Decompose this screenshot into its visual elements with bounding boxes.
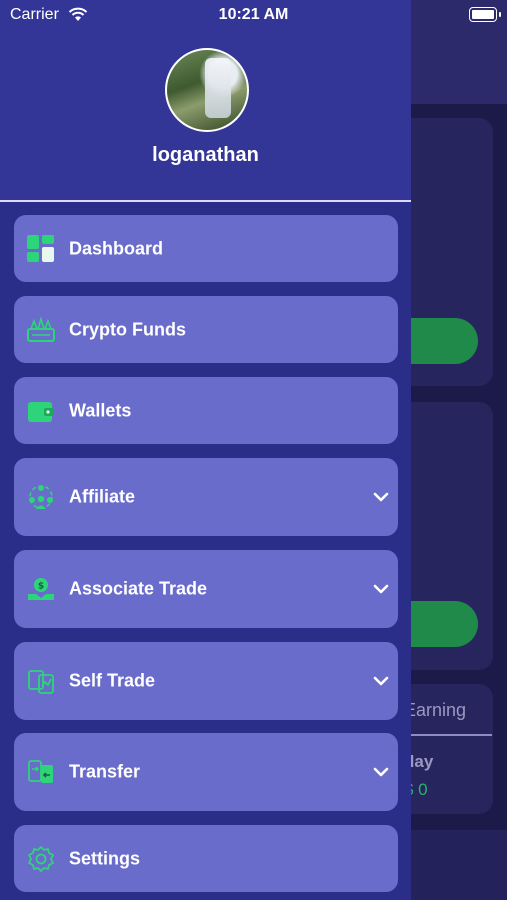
svg-text:$: $: [38, 582, 44, 592]
menu-item-label: Crypto Funds: [69, 319, 186, 339]
chevron-down-icon[interactable]: [372, 763, 390, 781]
menu-item-self-trade[interactable]: Self Trade: [14, 642, 398, 720]
crypto-funds-icon: [26, 315, 56, 345]
background-tab-earning: Earning: [404, 700, 467, 720]
self-trade-icon: [26, 666, 56, 696]
menu-item-dashboard[interactable]: Dashboard: [14, 215, 398, 282]
chevron-down-icon[interactable]: [372, 580, 390, 598]
battery-icon: [469, 7, 501, 22]
username: loganathan: [152, 144, 259, 166]
navigation-drawer: loganathan Dashboard Crypto Funds Wallet…: [0, 0, 411, 900]
menu-item-label: Dashboard: [69, 238, 164, 258]
menu-item-label: Wallets: [69, 400, 132, 420]
menu-item-label: Associate Trade: [69, 578, 208, 599]
status-bar: Carrier 10:21 AM: [0, 0, 507, 32]
settings-icon: [26, 844, 56, 874]
avatar[interactable]: [165, 48, 249, 132]
clock: 10:21 AM: [218, 6, 289, 23]
menu-item-associate-trade[interactable]: $ Associate Trade: [14, 550, 398, 628]
menu-item-transfer[interactable]: Transfer: [14, 733, 398, 811]
menu-item-label: Self Trade: [69, 670, 156, 691]
menu-item-crypto-funds[interactable]: Crypto Funds: [14, 296, 398, 363]
associate-trade-icon: $: [26, 574, 56, 604]
menu-item-label: Settings: [69, 848, 141, 868]
background-tab-underline: [404, 734, 492, 736]
chevron-down-icon[interactable]: [372, 488, 390, 506]
wallet-icon: [26, 396, 56, 426]
affiliate-icon: [26, 482, 56, 512]
dashboard-icon: [26, 234, 56, 264]
menu-item-label: Affiliate: [69, 486, 136, 507]
menu-item-settings[interactable]: Settings: [14, 825, 398, 892]
menu-item-affiliate[interactable]: Affiliate: [14, 458, 398, 536]
menu-item-label: Transfer: [69, 761, 141, 782]
transfer-icon: [26, 757, 56, 787]
chevron-down-icon[interactable]: [372, 672, 390, 690]
menu-item-wallets[interactable]: Wallets: [14, 377, 398, 444]
